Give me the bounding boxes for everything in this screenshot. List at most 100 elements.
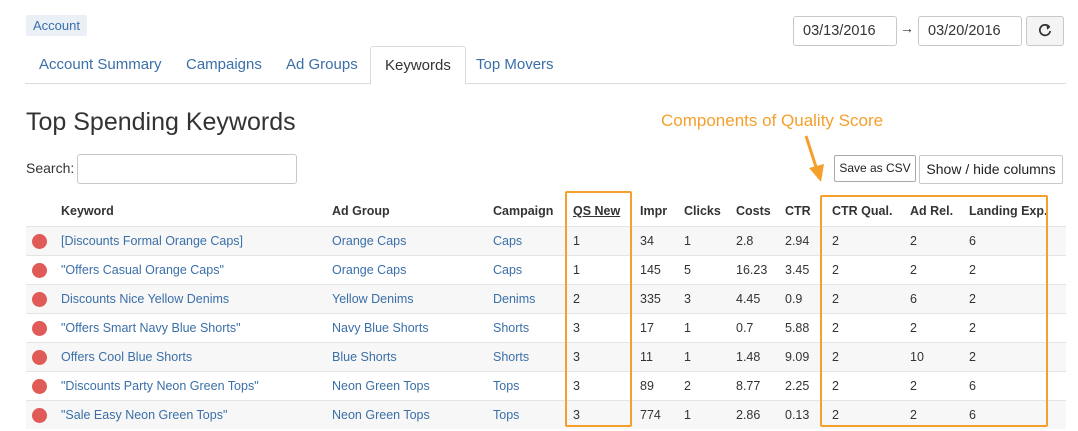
impr-value: 34 [640, 234, 654, 248]
impr-value: 145 [640, 263, 661, 277]
ad-group-link[interactable]: Navy Blue Shorts [332, 314, 429, 343]
campaign-link[interactable]: Shorts [493, 343, 529, 372]
keyword-link[interactable]: Discounts Nice Yellow Denims [61, 285, 229, 314]
costs-value: 4.45 [736, 292, 761, 306]
ctr-qual-value: 2 [832, 321, 839, 335]
keyword-link[interactable]: "Discounts Party Neon Green Tops" [61, 372, 259, 401]
qs-new-value: 1 [573, 263, 580, 277]
column-header-ad-group[interactable]: Ad Group [332, 196, 390, 226]
status-dot-icon [32, 350, 47, 365]
clicks-value: 1 [684, 321, 691, 335]
table-header-row: Keyword Ad Group Campaign QS New Impr Cl… [26, 196, 1066, 226]
ctr-qual-value: 2 [832, 234, 839, 248]
column-header-clicks[interactable]: Clicks [684, 196, 721, 226]
campaign-link[interactable]: Tops [493, 372, 519, 401]
costs-value: 2.86 [736, 408, 761, 422]
main-tabs: Account Summary Campaigns Ad Groups Keyw… [25, 46, 1066, 85]
campaign-link[interactable]: Caps [493, 227, 522, 256]
ad-rel-value: 10 [910, 350, 924, 364]
column-header-ad-rel[interactable]: Ad Rel. [910, 196, 953, 226]
keyword-link[interactable]: "Offers Casual Orange Caps" [61, 256, 224, 285]
ad-rel-value: 6 [910, 292, 917, 306]
qs-new-value: 3 [573, 350, 580, 364]
clicks-value: 3 [684, 292, 691, 306]
ad-rel-value: 2 [910, 234, 917, 248]
landing-exp-value: 2 [969, 321, 976, 335]
search-label: Search: [26, 160, 75, 176]
ctr-value: 2.25 [785, 379, 810, 393]
ctr-value: 5.88 [785, 321, 810, 335]
account-breadcrumb[interactable]: Account [26, 15, 87, 36]
campaign-link[interactable]: Shorts [493, 314, 529, 343]
table-row: "Sale Easy Neon Green Tops" Neon Green T… [26, 400, 1066, 429]
ctr-value: 2.94 [785, 234, 810, 248]
keyword-link[interactable]: "Sale Easy Neon Green Tops" [61, 401, 227, 430]
costs-value: 0.7 [736, 321, 754, 335]
impr-value: 335 [640, 292, 661, 306]
column-header-campaign[interactable]: Campaign [493, 196, 553, 226]
qs-new-value: 1 [573, 234, 580, 248]
ad-group-link[interactable]: Blue Shorts [332, 343, 397, 372]
clicks-value: 2 [684, 379, 691, 393]
ctr-qual-value: 2 [832, 292, 839, 306]
landing-exp-value: 6 [969, 379, 976, 393]
annotation-arrow-icon [804, 135, 824, 182]
status-dot-icon [32, 408, 47, 423]
start-date-input[interactable]: 03/13/2016 [793, 16, 897, 46]
column-header-ctr[interactable]: CTR [785, 196, 811, 226]
ad-group-link[interactable]: Neon Green Tops [332, 372, 430, 401]
keyword-link[interactable]: "Offers Smart Navy Blue Shorts" [61, 314, 241, 343]
impr-value: 17 [640, 321, 654, 335]
status-dot-icon [32, 379, 47, 394]
clicks-value: 5 [684, 263, 691, 277]
ctr-qual-value: 2 [832, 350, 839, 364]
show-hide-columns-button[interactable]: Show / hide columns [919, 155, 1063, 184]
keyword-link[interactable]: Offers Cool Blue Shorts [61, 343, 192, 372]
quality-score-annotation: Components of Quality Score [661, 111, 884, 130]
refresh-button[interactable] [1026, 16, 1064, 46]
table-row: "Discounts Party Neon Green Tops" Neon G… [26, 371, 1066, 400]
clicks-value: 1 [684, 350, 691, 364]
status-dot-icon [32, 292, 47, 307]
landing-exp-value: 2 [969, 263, 976, 277]
ctr-qual-value: 2 [832, 379, 839, 393]
qs-new-value: 3 [573, 321, 580, 335]
tab-ad-groups[interactable]: Ad Groups [272, 46, 372, 84]
ad-group-link[interactable]: Neon Green Tops [332, 401, 430, 430]
end-date-input[interactable]: 03/20/2016 [918, 16, 1022, 46]
keywords-table: Keyword Ad Group Campaign QS New Impr Cl… [26, 196, 1066, 429]
ad-group-link[interactable]: Orange Caps [332, 256, 406, 285]
ad-rel-value: 2 [910, 379, 917, 393]
column-header-landing-exp[interactable]: Landing Exp. [969, 196, 1047, 226]
column-header-ctr-qual[interactable]: CTR Qual. [832, 196, 892, 226]
table-row: Discounts Nice Yellow Denims Yellow Deni… [26, 284, 1066, 313]
column-header-impr[interactable]: Impr [640, 196, 667, 226]
ad-rel-value: 2 [910, 321, 917, 335]
campaign-link[interactable]: Caps [493, 256, 522, 285]
table-row: Offers Cool Blue Shorts Blue Shorts Shor… [26, 342, 1066, 371]
costs-value: 2.8 [736, 234, 754, 248]
ctr-qual-value: 2 [832, 263, 839, 277]
landing-exp-value: 2 [969, 350, 976, 364]
search-input[interactable] [77, 154, 297, 184]
column-header-costs[interactable]: Costs [736, 196, 771, 226]
column-header-keyword[interactable]: Keyword [61, 196, 114, 226]
status-dot-icon [32, 321, 47, 336]
qs-new-value: 3 [573, 408, 580, 422]
campaign-link[interactable]: Denims [493, 285, 535, 314]
tab-campaigns[interactable]: Campaigns [172, 46, 276, 84]
keyword-link[interactable]: [Discounts Formal Orange Caps] [61, 227, 243, 256]
ad-group-link[interactable]: Yellow Denims [332, 285, 414, 314]
column-header-qs-new[interactable]: QS New [573, 196, 620, 226]
tab-top-movers[interactable]: Top Movers [462, 46, 568, 84]
ctr-qual-value: 2 [832, 408, 839, 422]
refresh-icon [1038, 24, 1052, 37]
tab-keywords[interactable]: Keywords [370, 46, 466, 85]
campaign-link[interactable]: Tops [493, 401, 519, 430]
qs-new-value: 2 [573, 292, 580, 306]
date-range-arrow: → [900, 20, 914, 36]
impr-value: 89 [640, 379, 654, 393]
ad-group-link[interactable]: Orange Caps [332, 227, 406, 256]
tab-account-summary[interactable]: Account Summary [25, 46, 176, 84]
save-as-csv-button[interactable]: Save as CSV [834, 155, 916, 182]
